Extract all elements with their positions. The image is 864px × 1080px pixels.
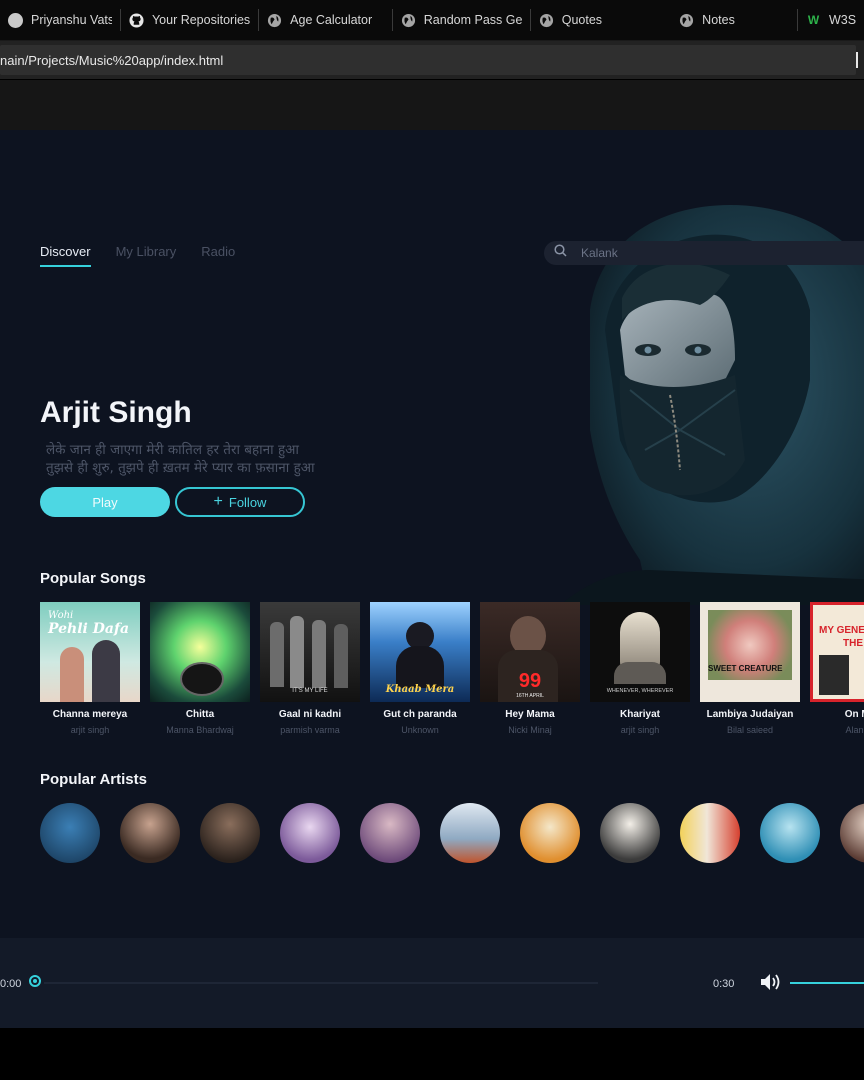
text-cursor <box>856 52 858 68</box>
globe-icon <box>679 13 694 28</box>
cover-text: Pehli Dafa <box>48 621 130 637</box>
song-cover: Wohi Pehli Dafa <box>40 602 140 702</box>
popular-artists-list <box>40 803 864 865</box>
current-time: 0:00 <box>0 978 22 990</box>
song-artist: Bilal saieed <box>726 725 774 735</box>
hero-lyric-line-1: लेके जान ही जाएगा मेरी कातिल हर तेरा बहा… <box>46 442 299 458</box>
song-cover: WHENEVER, WHEREVER <box>590 602 690 702</box>
popular-songs-list: Wohi Pehli Dafa Channa mereya arjit sing… <box>40 602 864 742</box>
artist-avatar[interactable] <box>120 803 180 863</box>
bookmark-repositories[interactable]: Your Repositories <box>121 0 258 40</box>
artist-avatar[interactable] <box>40 803 100 863</box>
search-icon <box>554 244 567 262</box>
cover-text: Khaab Mera <box>385 684 455 695</box>
main-nav: Discover My Library Radio <box>40 244 235 267</box>
hero-artist-name: Arjit Singh <box>40 396 192 429</box>
url-text: nain/Projects/Music%20app/index.html <box>0 52 224 68</box>
popular-songs-title: Popular Songs <box>40 570 146 587</box>
github-icon <box>129 12 144 28</box>
song-card[interactable]: 99 16TH APRIL Hey Mama Nicki Minaj <box>480 602 580 735</box>
song-card[interactable]: Chitta Manna Bhardwaj <box>150 602 250 735</box>
search-bar <box>544 241 864 265</box>
song-artist: arjit singh <box>70 725 110 735</box>
artist-avatar[interactable] <box>280 803 340 863</box>
w3schools-icon: W <box>807 13 820 27</box>
artist-avatar[interactable] <box>360 803 420 863</box>
address-bar: nain/Projects/Music%20app/index.html <box>0 41 864 79</box>
volume-slider[interactable] <box>790 982 864 984</box>
bookmark-random-pass[interactable]: Random Pass Gen <box>393 0 530 40</box>
tab-my-library[interactable]: My Library <box>116 244 177 267</box>
artist-avatar[interactable] <box>440 803 500 863</box>
song-title: Khariyat <box>619 709 660 720</box>
url-field[interactable]: nain/Projects/Music%20app/index.html <box>0 45 856 75</box>
bookmark-notes[interactable]: Notes <box>671 0 797 40</box>
song-artist: Nicki Minaj <box>508 725 552 735</box>
cover-text: THE W <box>843 638 864 649</box>
song-cover: 99 16TH APRIL <box>480 602 580 702</box>
seek-handle[interactable] <box>29 975 41 987</box>
cover-text: 16TH APRIL <box>516 693 544 699</box>
song-card[interactable]: IT'S MY LIFE Gaal ni kadni parmish varma <box>260 602 360 735</box>
artist-avatar[interactable] <box>840 803 864 863</box>
artist-avatar[interactable] <box>520 803 580 863</box>
song-title: Channa mereya <box>52 709 128 720</box>
song-cover: IT'S MY LIFE <box>260 602 360 702</box>
cover-text: WHENEVER, WHEREVER <box>606 688 674 694</box>
page-bottom <box>0 1028 864 1080</box>
search-input[interactable] <box>579 245 833 261</box>
page-top-strip <box>0 80 864 130</box>
duration: 0:30 <box>713 978 735 990</box>
song-artist: Alan W <box>845 725 864 735</box>
song-title: Lambiya Judaiyan <box>706 709 794 720</box>
cover-text: MY GENE <box>819 625 864 636</box>
hero-lyric-line-2: तुझसे ही शुरु, तुझपे ही ख़तम मेरे प्यार … <box>46 460 315 476</box>
song-artist: Unknown <box>401 725 439 735</box>
artist-avatar[interactable] <box>680 803 740 863</box>
song-title: Gaal ni kadni <box>278 709 342 720</box>
globe-icon <box>539 13 554 28</box>
song-card[interactable]: MY GENE THE W On My Alan W <box>810 602 864 735</box>
tab-discover[interactable]: Discover <box>40 244 91 267</box>
song-card[interactable]: Wohi Pehli Dafa Channa mereya arjit sing… <box>40 602 140 735</box>
generic-favicon-icon <box>8 12 23 28</box>
song-title: Chitta <box>185 709 215 720</box>
bookmark-priyanshu[interactable]: Priyanshu Vatsyan <box>0 0 120 40</box>
globe-icon <box>267 13 282 28</box>
cover-text: IT'S MY LIFE <box>292 688 328 694</box>
song-artist: parmish varma <box>280 725 340 735</box>
song-card[interactable]: Khaab Mera Gut ch paranda Unknown <box>370 602 470 735</box>
artist-avatar[interactable] <box>760 803 820 863</box>
artist-avatar[interactable] <box>600 803 660 863</box>
song-card[interactable]: WHENEVER, WHEREVER Khariyat arjit singh <box>590 602 690 735</box>
bookmark-quotes[interactable]: Quotes <box>531 0 671 40</box>
globe-icon <box>401 13 416 28</box>
tab-radio[interactable]: Radio <box>201 244 235 267</box>
song-cover: Khaab Mera <box>370 602 470 702</box>
seek-bar[interactable] <box>44 982 598 984</box>
cover-text: 99 <box>518 670 542 692</box>
bookmark-age-calculator[interactable]: Age Calculator <box>259 0 392 40</box>
song-title: Gut ch paranda <box>383 709 457 720</box>
plus-icon: + <box>213 493 223 510</box>
follow-button[interactable]: + Follow <box>175 487 305 517</box>
song-artist: arjit singh <box>620 725 660 735</box>
song-title: On My <box>844 709 864 720</box>
music-app: Discover My Library Radio Arjit Singh ले… <box>0 130 864 938</box>
song-cover: MY GENE THE W <box>810 602 864 702</box>
bookmark-w3s[interactable]: W W3S <box>798 0 864 40</box>
volume-icon[interactable] <box>760 973 782 996</box>
song-title: Hey Mama <box>505 709 555 720</box>
bookmarks-bar: Priyanshu Vatsyan Your Repositories Age … <box>0 0 864 41</box>
cover-text: SWEET CREATURE <box>708 664 783 673</box>
song-cover <box>150 602 250 702</box>
song-cover: SWEET CREATURE <box>700 602 800 702</box>
song-artist: Manna Bhardwaj <box>166 725 234 735</box>
song-card[interactable]: SWEET CREATURE Lambiya Judaiyan Bilal sa… <box>700 602 800 735</box>
popular-artists-title: Popular Artists <box>40 771 147 788</box>
follow-label: Follow <box>228 494 267 510</box>
play-button[interactable]: Play <box>40 487 170 517</box>
artist-avatar[interactable] <box>200 803 260 863</box>
cover-text: Wohi <box>48 610 74 621</box>
